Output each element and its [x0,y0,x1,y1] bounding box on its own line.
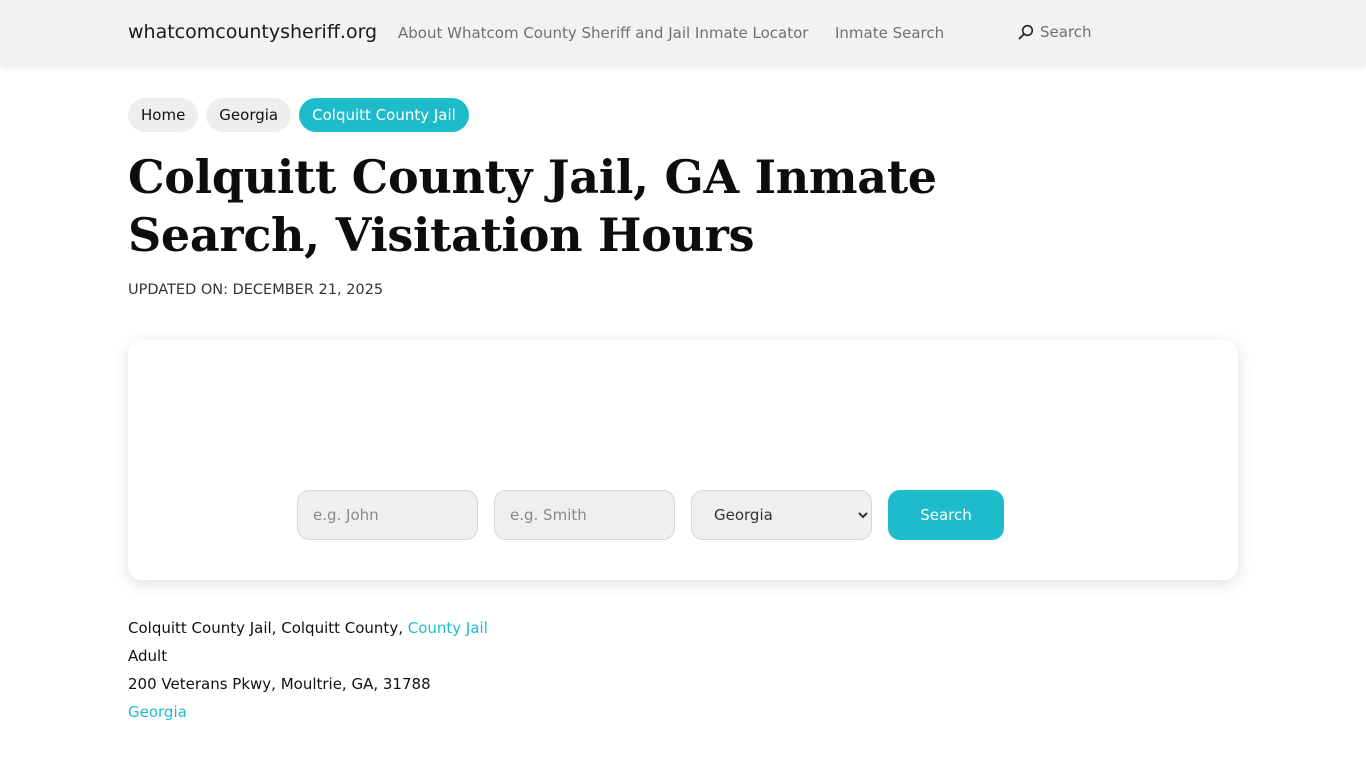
breadcrumb-home[interactable]: Home [128,98,199,132]
facility-state-link[interactable]: Georgia [128,703,187,721]
site-name-link[interactable]: whatcomcountysheriff.org [128,21,377,43]
nav-inmate-search-link[interactable]: Inmate Search [835,24,944,42]
breadcrumb: Home Georgia Colquitt County Jail [128,98,469,132]
nav-about-link[interactable]: About Whatcom County Sheriff and Jail In… [398,24,808,42]
facility-age-group: Adult [128,647,168,665]
facility-info: Colquitt County Jail, Colquitt County, C… [128,617,488,729]
nav-search-label: Search [1040,23,1092,41]
facility-name-line: Colquitt County Jail, Colquitt County, C… [128,617,488,645]
search-icon [1018,24,1034,40]
updated-date: UPDATED ON: DECEMBER 21, 2025 [128,282,384,298]
nav-search-link[interactable]: Search [1018,23,1092,41]
facility-name-text: Colquitt County Jail, Colquitt County, [128,619,408,637]
last-name-input[interactable] [494,490,675,540]
facility-type-link[interactable]: County Jail [408,619,488,637]
state-select[interactable]: Georgia [691,490,872,540]
breadcrumb-current[interactable]: Colquitt County Jail [299,98,469,132]
page-title: Colquitt County Jail, GA Inmate Search, … [128,150,937,262]
search-button[interactable]: Search [888,490,1004,540]
top-navigation-bar: whatcomcountysheriff.org About Whatcom C… [0,0,1366,66]
breadcrumb-state[interactable]: Georgia [206,98,292,132]
first-name-input[interactable] [297,490,478,540]
inmate-search-card: Georgia Search [128,340,1238,580]
facility-address: 200 Veterans Pkwy, Moultrie, GA, 31788 [128,675,431,693]
